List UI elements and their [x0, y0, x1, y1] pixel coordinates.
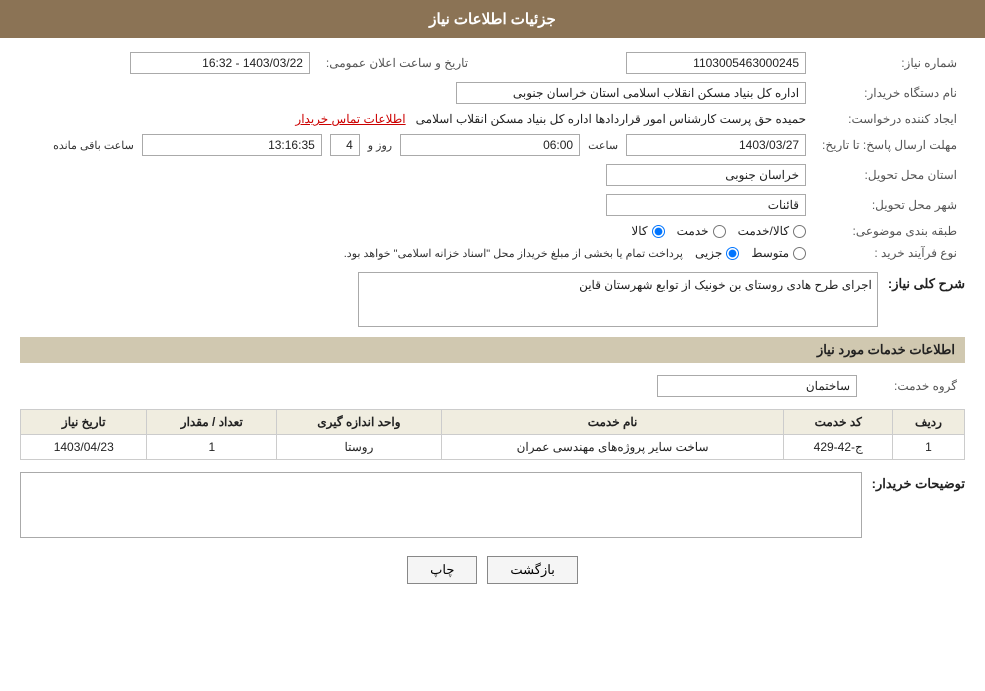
- service-group-label: گروه خدمت:: [865, 371, 965, 401]
- buyer-description-label: توضیحات خریدار:: [872, 472, 965, 492]
- category-label: طبقه بندی موضوعی:: [814, 220, 965, 242]
- cell-service-name: ساخت سایر پروژه‌های مهندسی عمران: [441, 435, 784, 460]
- category-kala-radio[interactable]: [652, 225, 665, 238]
- process-note: پرداخت تمام یا بخشی از مبلغ خریداز محل "…: [344, 247, 683, 260]
- deadline-time: 06:00: [400, 134, 580, 156]
- deadline-days: 4: [330, 134, 360, 156]
- process-jozi-label: جزیی: [695, 246, 722, 260]
- buyer-org-value: اداره کل بنیاد مسکن انقلاب اسلامی استان …: [456, 82, 806, 104]
- need-number-value: 1103005463000245: [626, 52, 806, 74]
- service-table: ردیف کد خدمت نام خدمت واحد اندازه گیری ت…: [20, 409, 965, 460]
- col-quantity: تعداد / مقدار: [147, 410, 277, 435]
- announce-date-label: تاریخ و ساعت اعلان عمومی:: [318, 48, 476, 78]
- category-kala-khedmat-option[interactable]: کالا/خدمت: [738, 224, 806, 238]
- page-title: جزئیات اطلاعات نیاز: [0, 0, 985, 38]
- need-description-value: اجرای طرح هادی روستای بن خونیک از توابع …: [358, 272, 878, 327]
- col-service-name: نام خدمت: [441, 410, 784, 435]
- col-row-num: ردیف: [892, 410, 964, 435]
- creator-value: حمیده حق پرست کارشناس امور قراردادها ادا…: [416, 112, 806, 126]
- process-jozi-radio[interactable]: [726, 247, 739, 260]
- need-description-label: شرح کلی نیاز:: [888, 272, 965, 292]
- service-group-value: ساختمان: [657, 375, 857, 397]
- creator-label: ایجاد کننده درخواست:: [814, 108, 965, 130]
- announce-date-value: 1403/03/22 - 16:32: [130, 52, 310, 74]
- deadline-days-label: روز و: [368, 139, 392, 152]
- col-date: تاریخ نیاز: [21, 410, 147, 435]
- buyer-org-label: نام دستگاه خریدار:: [814, 78, 965, 108]
- deadline-time-label: ساعت: [588, 139, 618, 152]
- category-khedmat-option[interactable]: خدمت: [677, 224, 726, 238]
- cell-unit: روستا: [277, 435, 441, 460]
- contact-link[interactable]: اطلاعات تماس خریدار: [295, 112, 405, 126]
- category-kala-label: کالا: [631, 224, 647, 238]
- col-unit: واحد اندازه گیری: [277, 410, 441, 435]
- province-value: خراسان جنوبی: [606, 164, 806, 186]
- process-label: نوع فرآیند خرید :: [814, 242, 965, 264]
- cell-date: 1403/04/23: [21, 435, 147, 460]
- cell-service-code: ج-42-429: [784, 435, 893, 460]
- button-row: بازگشت چاپ: [20, 556, 965, 584]
- process-motavaset-label: متوسط: [751, 246, 789, 260]
- service-info-title: اطلاعات خدمات مورد نیاز: [20, 337, 965, 363]
- table-row: 1 ج-42-429 ساخت سایر پروژه‌های مهندسی عم…: [21, 435, 965, 460]
- category-kala-khedmat-label: کالا/خدمت: [738, 224, 789, 238]
- process-jozi-option[interactable]: جزیی: [695, 246, 739, 260]
- back-button[interactable]: بازگشت: [487, 556, 577, 584]
- deadline-date: 1403/03/27: [626, 134, 806, 156]
- process-motavaset-radio[interactable]: [793, 247, 806, 260]
- send-deadline-label: مهلت ارسال پاسخ: تا تاریخ:: [814, 130, 965, 160]
- print-button[interactable]: چاپ: [407, 556, 477, 584]
- city-value: قائنات: [606, 194, 806, 216]
- need-number-label: شماره نیاز:: [814, 48, 965, 78]
- category-kala-khedmat-radio[interactable]: [793, 225, 806, 238]
- process-motavaset-option[interactable]: متوسط: [751, 246, 806, 260]
- cell-quantity: 1: [147, 435, 277, 460]
- buyer-description-textarea[interactable]: [20, 472, 862, 538]
- deadline-remaining-label: ساعت باقی مانده: [53, 139, 134, 152]
- col-service-code: کد خدمت: [784, 410, 893, 435]
- category-khedmat-label: خدمت: [677, 224, 709, 238]
- category-khedmat-radio[interactable]: [713, 225, 726, 238]
- city-label: شهر محل تحویل:: [814, 190, 965, 220]
- category-kala-option[interactable]: کالا: [631, 224, 664, 238]
- deadline-remaining: 13:16:35: [142, 134, 322, 156]
- province-label: استان محل تحویل:: [814, 160, 965, 190]
- cell-row-num: 1: [892, 435, 964, 460]
